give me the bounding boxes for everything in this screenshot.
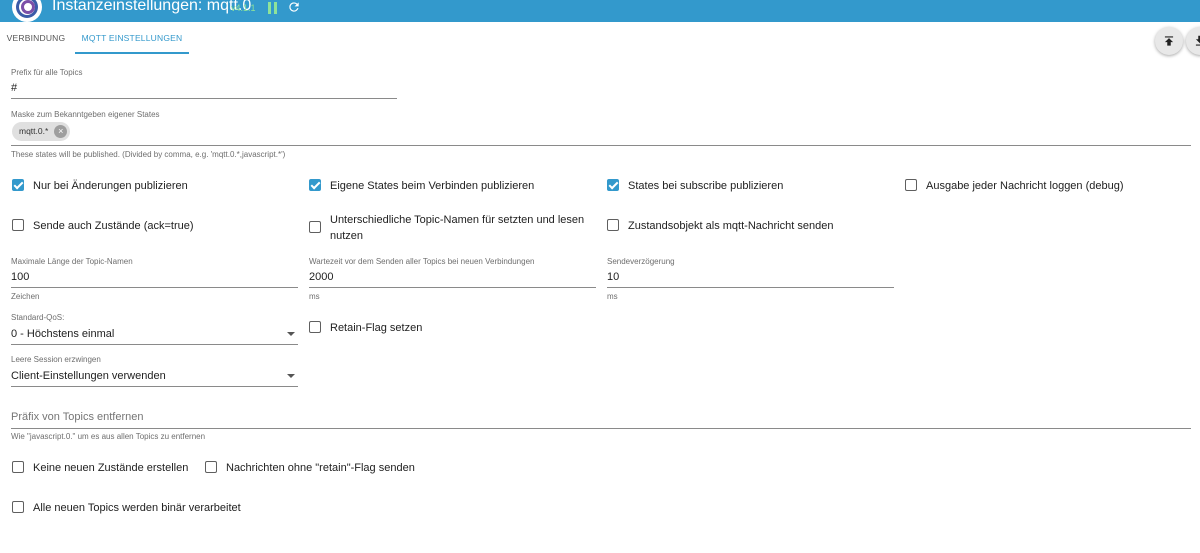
pause-icon[interactable] [268,2,278,14]
mask-underline [11,145,1191,146]
checkbox[interactable] [607,219,619,231]
check-binary-topics[interactable]: Alle neuen Topics werden binär verarbeit… [12,500,241,516]
check-different-topics[interactable]: Unterschiedliche Topic-Namen für setzten… [309,212,584,244]
download-button[interactable] [1186,27,1200,55]
prefix-underline [11,98,397,99]
tab-verbindung[interactable]: VERBINDUNG [0,24,72,54]
checkbox-label: Nachrichten ohne "retain"-Flag senden [226,462,415,474]
checkbox-label: Retain-Flag setzen [330,322,423,334]
mask-label: Maske zum Bekanntgeben eigener States [11,110,160,119]
checkbox-label: Zustandsobjekt als mqtt-Nachricht senden [628,220,834,232]
iobroker-logo [12,0,42,22]
session-select[interactable]: Client-Einstellungen verwenden [11,370,166,382]
waittime-helper: ms [309,292,320,301]
qos-select[interactable]: 0 - Höchstens einmal [11,328,114,340]
checkbox-label: Sende auch Zustände (ack=true) [33,220,194,232]
senddelay-underline [607,287,894,288]
mask-chip-label: mqtt.0.* [19,126,49,136]
maxlen-underline [11,287,298,288]
senddelay-input[interactable]: 10 [607,271,619,283]
mask-helper: These states will be published. (Divided… [11,150,286,159]
app-header: Instanzeinstellungen: mqtt.0 v4.1.1 [0,0,1200,22]
version-badge: v4.1.1 [231,3,256,13]
upload-icon [1164,36,1174,46]
checkbox-label: Keine neuen Zustände erstellen [33,462,189,474]
waittime-label: Wartezeit vor dem Senden aller Topics be… [309,257,535,266]
checkbox[interactable] [205,461,217,473]
waittime-input[interactable]: 2000 [309,271,333,283]
check-send-ack[interactable]: Sende auch Zustände (ack=true) [12,218,194,234]
check-nur-bei-aenderungen[interactable]: Nur bei Änderungen publizieren [12,178,188,194]
maxlen-label: Maximale Länge der Topic-Namen [11,257,133,266]
checkbox-label: Unterschiedliche Topic-Namen für setzten… [330,212,584,244]
mask-chip[interactable]: mqtt.0.* × [12,122,71,141]
remove-prefix-input[interactable]: Präfix von Topics entfernen [11,411,143,423]
session-underline [11,386,298,387]
checkbox[interactable] [12,219,24,231]
checkbox-label-line1: Unterschiedliche Topic-Namen für setzten… [330,214,585,226]
checkbox[interactable] [607,179,619,191]
qos-underline [11,344,298,345]
checkbox-label: States bei subscribe publizieren [628,180,784,192]
dropdown-arrow-icon[interactable] [287,332,295,336]
checkbox[interactable] [12,461,24,473]
checkbox-label-line2: nutzen [330,230,364,242]
check-no-retain[interactable]: Nachrichten ohne "retain"-Flag senden [205,460,415,476]
waittime-underline [309,287,596,288]
qos-label: Standard-QoS: [11,313,65,322]
checkbox-label: Ausgabe jeder Nachricht loggen (debug) [926,180,1124,192]
session-label: Leere Session erzwingen [11,355,101,364]
checkbox-label: Eigene States beim Verbinden publizieren [330,180,535,192]
maxlen-input[interactable]: 100 [11,271,29,283]
checkbox-label: Alle neuen Topics werden binär verarbeit… [33,502,241,514]
prefix-label: Prefix für alle Topics [11,68,83,77]
chip-remove-icon[interactable]: × [54,125,68,138]
remove-prefix-helper: Wie "javascript.0." um es aus allen Topi… [11,432,206,441]
page-title: Instanzeinstellungen: mqtt.0 [52,0,252,14]
upload-button[interactable] [1155,27,1183,55]
checkbox[interactable] [12,501,24,513]
check-eigene-states[interactable]: Eigene States beim Verbinden publizieren [309,178,534,194]
maxlen-helper: Zeichen [11,292,40,301]
check-states-subscribe[interactable]: States bei subscribe publizieren [607,178,783,194]
check-debug-log[interactable]: Ausgabe jeder Nachricht loggen (debug) [905,178,1124,194]
remove-prefix-underline [11,428,1191,429]
checkbox[interactable] [12,179,24,191]
dropdown-arrow-icon[interactable] [287,374,295,378]
checkbox[interactable] [905,179,917,191]
checkbox[interactable] [309,321,321,333]
check-no-new-states[interactable]: Keine neuen Zustände erstellen [12,460,188,476]
reload-icon[interactable] [287,0,301,14]
check-retain[interactable]: Retain-Flag setzen [309,320,422,336]
prefix-input[interactable]: # [11,82,17,94]
checkbox[interactable] [309,179,321,191]
checkbox[interactable] [309,221,321,233]
tab-mqtt-einstellungen[interactable]: MQTT EINSTELLUNGEN [75,24,189,54]
checkbox-label: Nur bei Änderungen publizieren [33,180,188,192]
senddelay-label: Sendeverzögerung [607,257,675,266]
check-state-object[interactable]: Zustandsobjekt als mqtt-Nachricht senden [607,218,833,234]
download-icon [1195,35,1200,46]
senddelay-helper: ms [607,292,618,301]
